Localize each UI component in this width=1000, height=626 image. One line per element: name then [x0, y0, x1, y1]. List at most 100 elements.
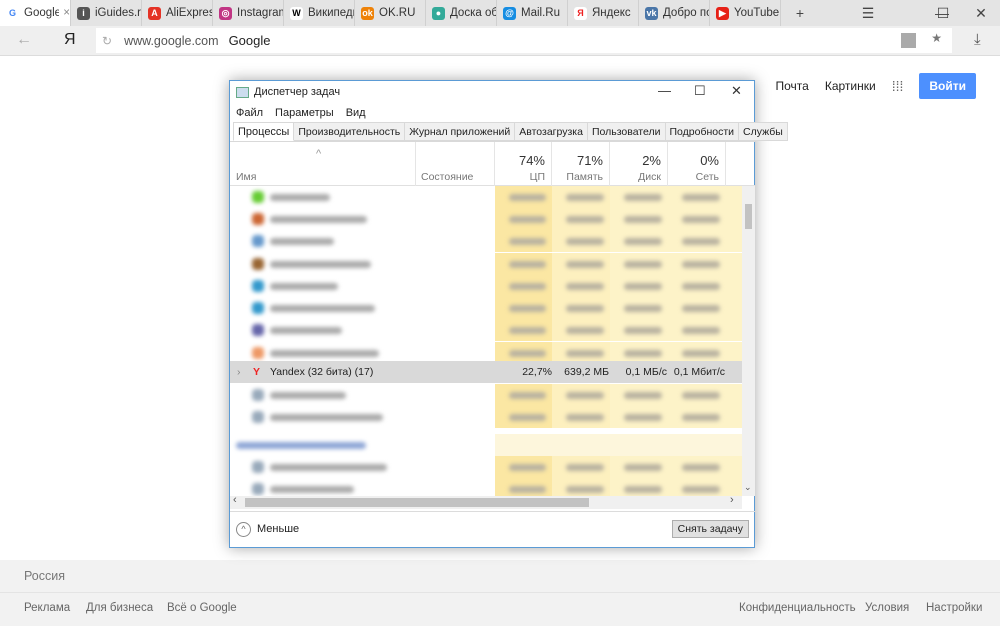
- menu-options[interactable]: Параметры: [275, 107, 334, 119]
- blurred-value: [566, 464, 604, 471]
- blurred-process-name: [270, 414, 383, 421]
- horizontal-scrollbar[interactable]: ‹ ›: [230, 494, 742, 509]
- download-icon[interactable]: ⤓: [974, 31, 981, 48]
- browser-tab[interactable]: Я Яндекс: [568, 0, 639, 26]
- usage-cell: [495, 434, 552, 456]
- scroll-right-icon[interactable]: ›: [730, 494, 734, 506]
- footer-link-settings[interactable]: Настройки: [926, 602, 982, 614]
- process-row[interactable]: [230, 456, 742, 478]
- tab-favicon-icon: W: [290, 6, 303, 20]
- blurred-value: [566, 486, 604, 493]
- tm-minimize-button[interactable]: —: [658, 83, 671, 98]
- bookmark-star-icon[interactable]: ★: [931, 31, 942, 45]
- fewer-details-link[interactable]: Меньше: [257, 523, 299, 535]
- mail-link[interactable]: Почта: [776, 79, 809, 93]
- process-row[interactable]: [230, 253, 742, 275]
- process-row-yandex[interactable]: › Y Yandex (32 бита) (17) 22,7% 639,2 МБ…: [230, 361, 742, 383]
- tm-tab[interactable]: Производительность: [294, 122, 406, 141]
- process-row[interactable]: [230, 297, 742, 319]
- process-row[interactable]: [230, 406, 742, 428]
- process-row[interactable]: [230, 478, 742, 496]
- browser-tab[interactable]: ◎ Instagram: [213, 0, 284, 26]
- blurred-value: [624, 350, 662, 357]
- tab-favicon-icon: i: [77, 6, 90, 20]
- yandex-logo[interactable]: Я: [64, 31, 76, 49]
- hscroll-thumb[interactable]: [245, 498, 589, 507]
- browser-tab[interactable]: i iGuides.ru: [71, 0, 142, 26]
- browser-tab[interactable]: G Google ×: [0, 0, 71, 26]
- blurred-value: [624, 194, 662, 201]
- tm-tab[interactable]: Подробности: [665, 122, 740, 141]
- footer-link-about[interactable]: Всё о Google: [167, 602, 237, 614]
- tm-tab[interactable]: Процессы: [233, 122, 295, 141]
- menu-file[interactable]: Файл: [236, 107, 263, 119]
- signin-button[interactable]: Войти: [919, 73, 976, 99]
- blurred-process-name: [270, 464, 387, 471]
- browser-tab[interactable]: A AliExpress: [142, 0, 213, 26]
- vscroll-thumb[interactable]: [745, 204, 752, 229]
- close-window-button[interactable]: ✕: [961, 0, 1000, 26]
- col-network[interactable]: 0% Сеть: [668, 142, 726, 186]
- process-row[interactable]: [230, 434, 742, 456]
- usage-cell: [726, 253, 742, 275]
- col-memory[interactable]: 71% Память: [552, 142, 610, 186]
- tab-label: YouTube: [734, 7, 780, 19]
- browser-tab[interactable]: W Википедия: [284, 0, 355, 26]
- tab-label: OK.RU: [379, 7, 416, 19]
- col-disk[interactable]: 2% Диск: [610, 142, 668, 186]
- lock-icon[interactable]: [901, 33, 916, 48]
- footer-link-privacy[interactable]: Конфиденциальность: [739, 602, 856, 614]
- blurred-value: [509, 486, 546, 493]
- end-task-button[interactable]: Снять задачу: [671, 520, 749, 538]
- footer-link-ads[interactable]: Реклама: [24, 602, 70, 614]
- menu-view[interactable]: Вид: [346, 107, 366, 119]
- apps-icon[interactable]: ⁞⁞⁞: [892, 78, 904, 94]
- reload-icon[interactable]: ↻: [102, 34, 112, 48]
- scroll-left-icon[interactable]: ‹: [233, 494, 237, 506]
- url-input[interactable]: ↻ www.google.com Google ★: [96, 28, 952, 53]
- expand-chevron-icon[interactable]: ›: [237, 366, 241, 378]
- tm-close-button[interactable]: ✕: [731, 83, 742, 99]
- maximize-button[interactable]: ☐: [923, 0, 963, 26]
- process-row[interactable]: [230, 319, 742, 341]
- process-row[interactable]: [230, 275, 742, 297]
- tm-tab[interactable]: Службы: [739, 122, 788, 141]
- tab-close-icon[interactable]: ×: [63, 7, 70, 19]
- browser-tab[interactable]: ▶ YouTube: [710, 0, 781, 26]
- back-icon[interactable]: ←: [16, 31, 32, 49]
- browser-tab[interactable]: vk Добро пожаловать: [639, 0, 710, 26]
- browser-tab[interactable]: @ Mail.Ru: [497, 0, 568, 26]
- blurred-process-name: [270, 392, 346, 399]
- footer-link-business[interactable]: Для бизнеса: [86, 602, 153, 614]
- process-row[interactable]: [230, 208, 742, 230]
- mem-total: 71%: [576, 153, 603, 168]
- footer-link-terms[interactable]: Условия: [865, 602, 909, 614]
- chevron-up-circle-icon[interactable]: ^: [236, 522, 251, 537]
- blurred-process-name: [270, 261, 371, 268]
- col-status[interactable]: Состояние: [416, 142, 495, 186]
- blurred-process-icon: [252, 191, 264, 203]
- blurred-value: [682, 305, 720, 312]
- col-name[interactable]: ^ Имя: [230, 142, 416, 186]
- process-row[interactable]: [230, 186, 742, 208]
- tm-tab[interactable]: Журнал приложений: [405, 122, 516, 141]
- scroll-down-icon[interactable]: ⌄: [744, 482, 752, 493]
- browser-tab[interactable]: ok OK.RU: [355, 0, 426, 26]
- new-tab-button[interactable]: +: [780, 0, 820, 26]
- blurred-value: [509, 350, 546, 357]
- blurred-value: [566, 238, 604, 245]
- tab-label: Mail.Ru: [521, 7, 560, 19]
- process-row[interactable]: [230, 230, 742, 252]
- blurred-group-header: [236, 442, 366, 449]
- tm-tab[interactable]: Автозагрузка: [515, 122, 588, 141]
- images-link[interactable]: Картинки: [825, 79, 876, 93]
- tm-tab[interactable]: Пользователи: [587, 122, 666, 141]
- tab-favicon-icon: ok: [361, 6, 374, 20]
- menu-icon[interactable]: ☰: [848, 0, 888, 26]
- tm-maximize-button[interactable]: ☐: [694, 83, 706, 99]
- vertical-scrollbar[interactable]: ⌄: [742, 186, 755, 496]
- browser-tab[interactable]: ● Доска объявлений: [426, 0, 497, 26]
- process-row[interactable]: [230, 384, 742, 406]
- col-cpu[interactable]: 74% ЦП: [495, 142, 552, 186]
- net-total: 0%: [700, 153, 719, 168]
